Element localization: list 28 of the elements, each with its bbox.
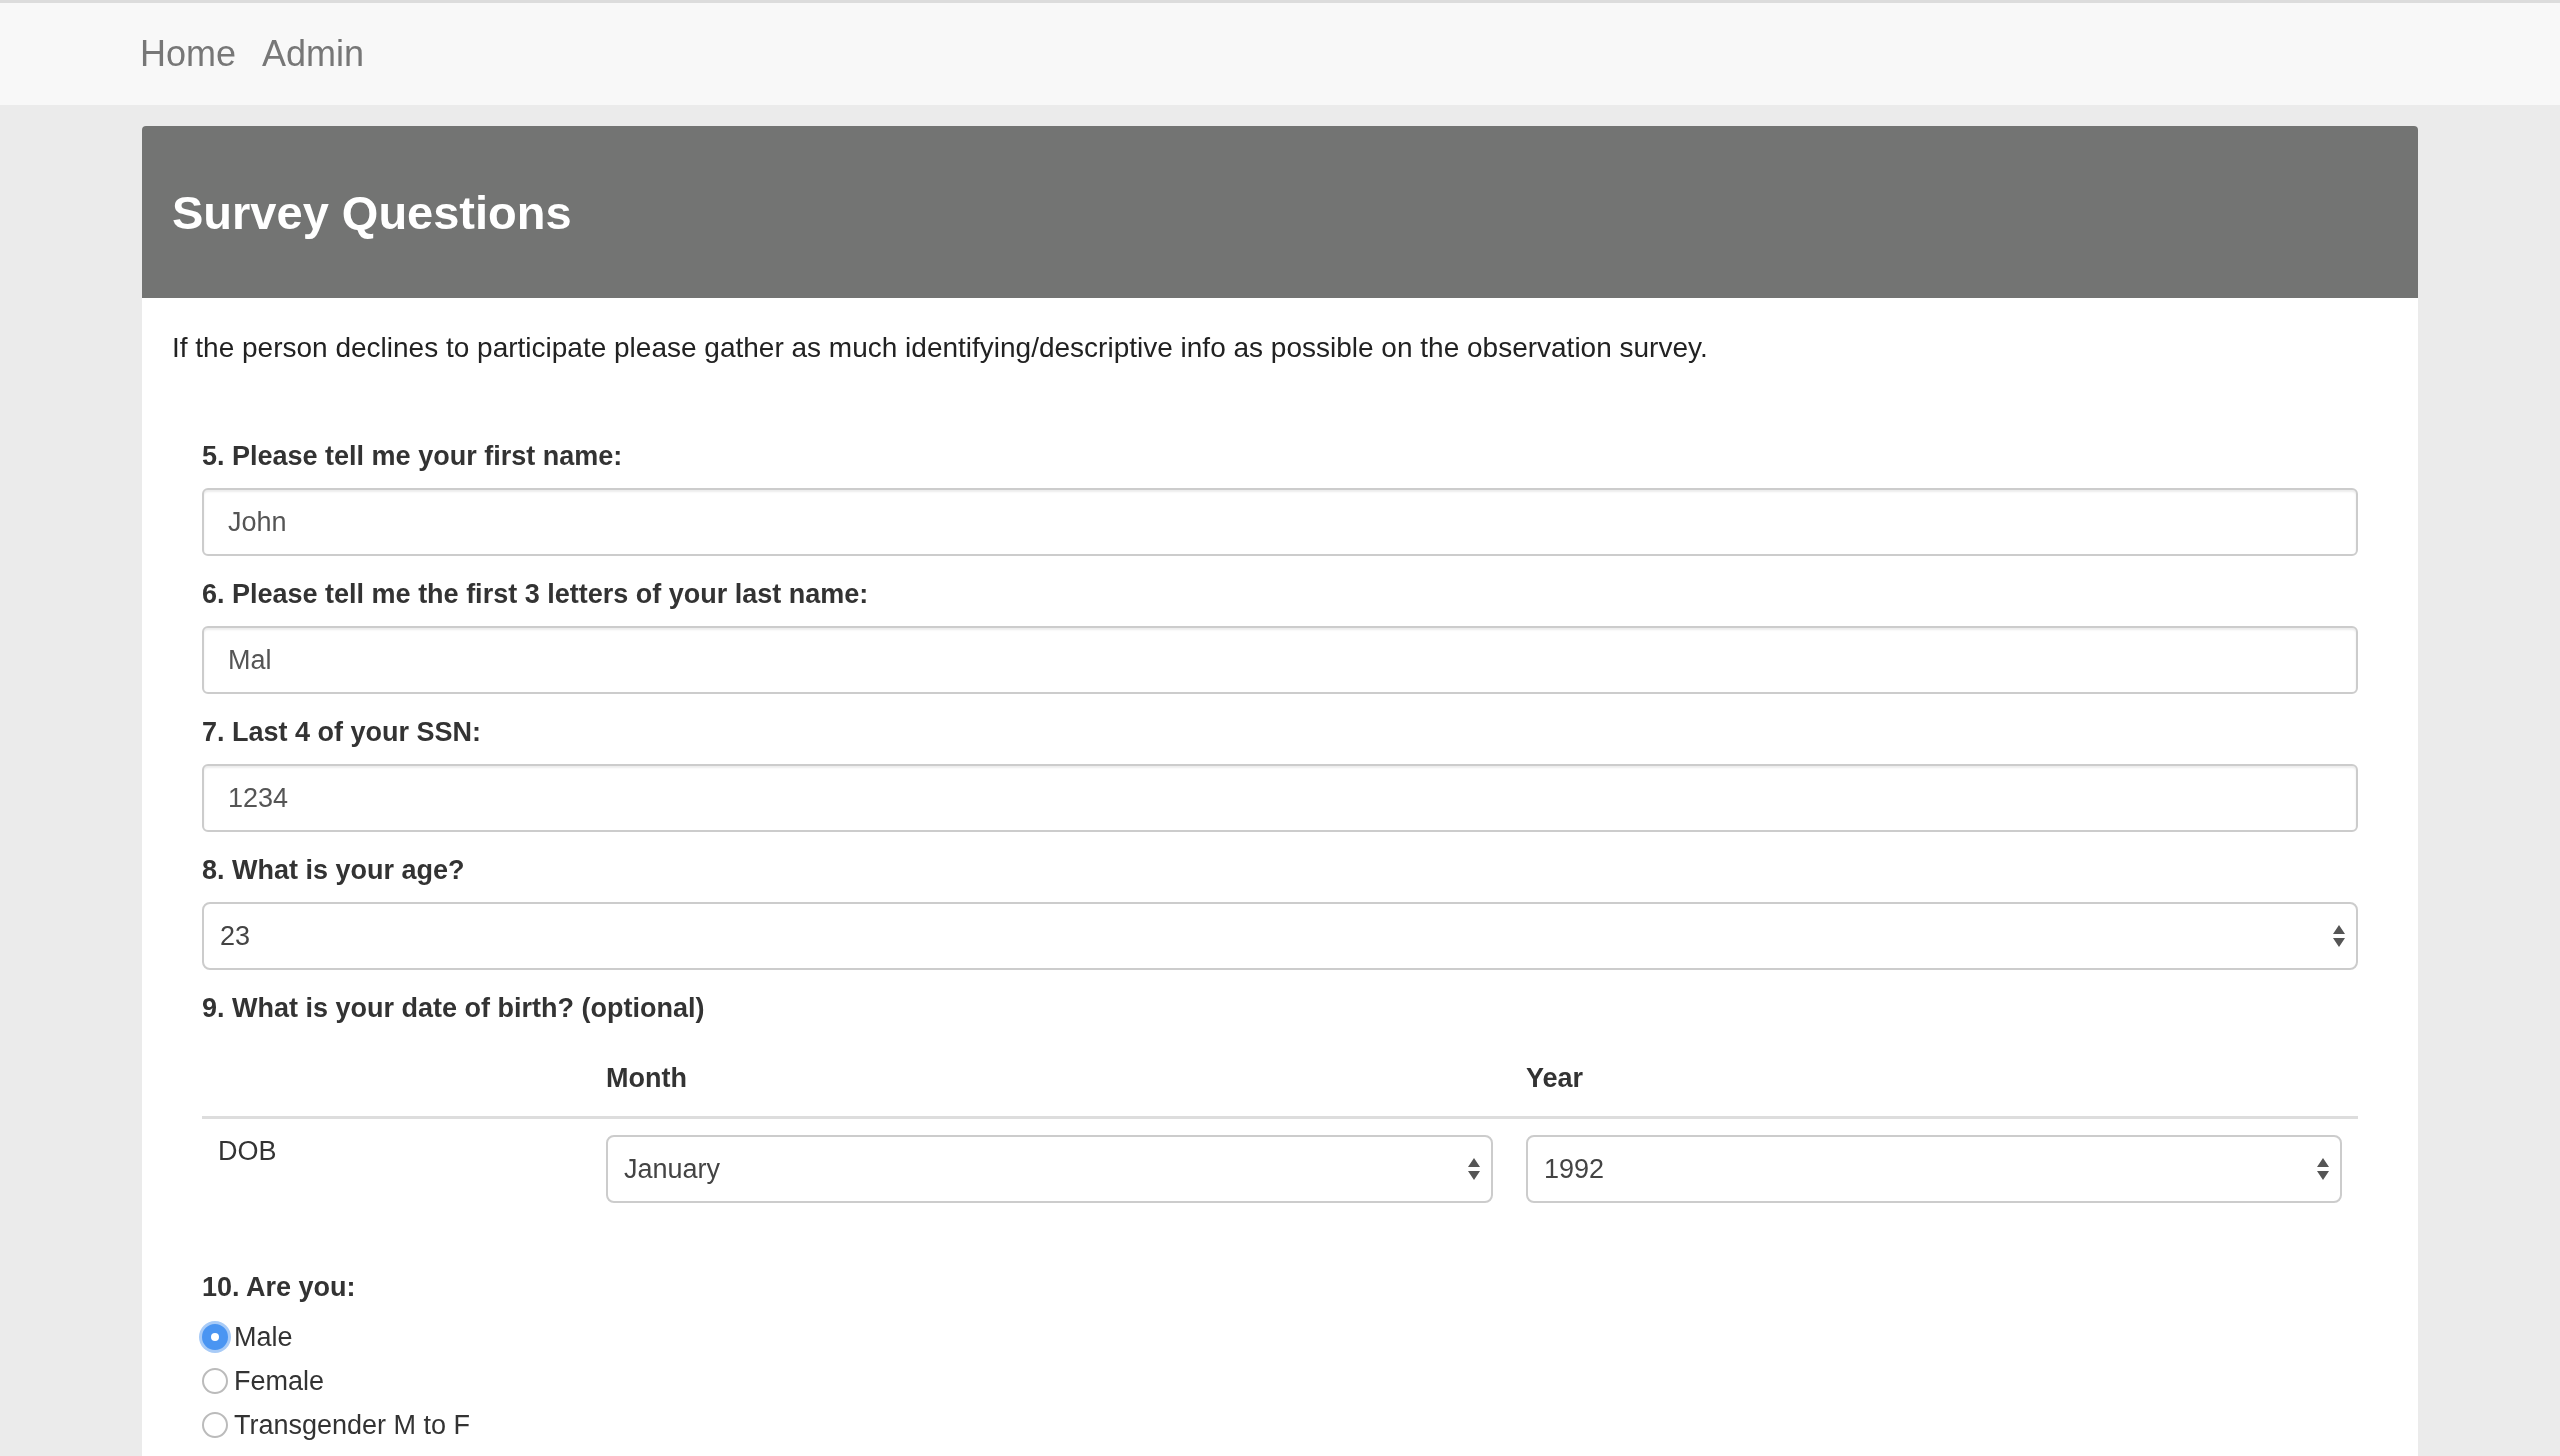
question-label: 9. What is your date of birth? (optional) [202, 992, 706, 1025]
year-dropdown[interactable]: 1992 [1526, 1135, 2342, 1203]
panel-title: Survey Questions [172, 184, 572, 240]
radio-button[interactable] [202, 1324, 228, 1350]
up-down-arrows-icon [2316, 1156, 2330, 1182]
question-label: 6. Please tell me the first 3 letters of your last name: [202, 578, 870, 611]
option-label: Female [234, 1365, 325, 1397]
question-label: 5. Please tell me your first name: [202, 440, 624, 473]
question-label: 8. What is your age? [202, 854, 466, 887]
text-field[interactable]: Mal [202, 626, 2358, 694]
question-label: 10. Are you: [202, 1271, 357, 1304]
nav-link[interactable]: Home [140, 33, 237, 75]
up-down-arrows-icon [2332, 923, 2346, 949]
text-field[interactable]: 1234 [202, 764, 2358, 832]
month-dropdown[interactable]: January [606, 1135, 1493, 1203]
option-label: Male [234, 1321, 293, 1353]
radio-button[interactable] [202, 1368, 228, 1394]
column-header: Month [606, 1063, 687, 1093]
instruction-text: If the person declines to participate please gather as much identifying/descriptive info as possible on the observation survey. [172, 331, 1709, 365]
option-label: Transgender M to F [234, 1409, 471, 1441]
column-header: Year [1526, 1063, 1584, 1093]
question-label: 7. Last 4 of your SSN: [202, 716, 483, 749]
row-label: DOB [218, 1136, 277, 1166]
nav-link[interactable]: Admin [262, 33, 365, 75]
radio-button[interactable] [202, 1412, 228, 1438]
up-down-arrows-icon [1467, 1156, 1481, 1182]
age-dropdown[interactable]: 23 [202, 902, 2358, 970]
text-field[interactable]: John [202, 488, 2358, 556]
